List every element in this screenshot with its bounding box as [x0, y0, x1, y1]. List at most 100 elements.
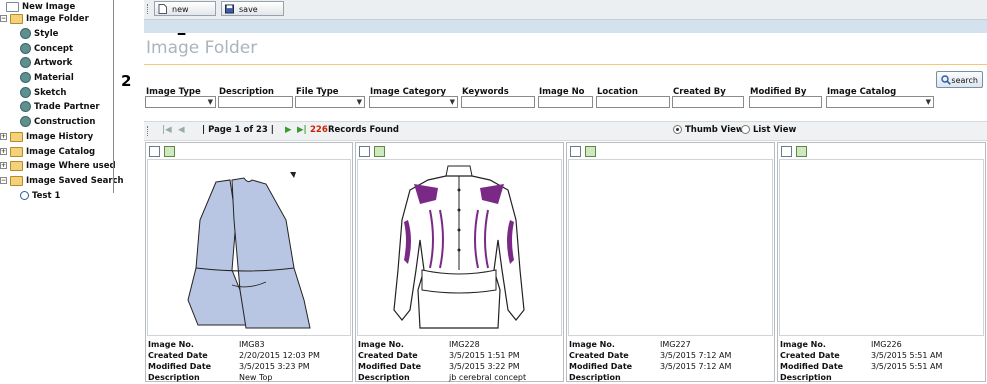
file-type-select[interactable]	[295, 96, 365, 108]
modified-date-value: 3/5/2015 7:12 AM	[660, 362, 732, 371]
records-count: 226	[310, 125, 328, 135]
modified-date-value: 3/5/2015 5:51 AM	[871, 362, 943, 371]
copy-icon[interactable]	[781, 146, 792, 157]
folder-icon	[9, 160, 23, 171]
image-edit-icon[interactable]	[796, 146, 807, 157]
image-category-select[interactable]	[369, 96, 458, 108]
description-label: Description	[780, 373, 832, 382]
description-value: New Top	[239, 373, 273, 382]
image-card[interactable]: Image No. IMG83 Created Date 2/20/2015 12:…	[145, 142, 353, 382]
toolbar: new save search	[144, 0, 987, 29]
magnifier-icon	[20, 191, 29, 200]
created-by-input[interactable]	[672, 96, 744, 108]
tree-item-test-1[interactable]: Test 1	[20, 189, 60, 203]
first-page-icon[interactable]: |◀	[162, 125, 172, 135]
image-no-label: Image No.	[780, 340, 826, 349]
image-tree: New Image − Image Folder Style Concept A…	[0, 0, 124, 384]
tree-item-concept[interactable]: Concept	[20, 42, 73, 56]
toolbar-grip[interactable]	[147, 4, 150, 14]
image-no-input[interactable]	[538, 96, 593, 108]
prev-page-icon[interactable]: ◀	[178, 125, 185, 135]
image-no-value: IMG227	[660, 340, 691, 349]
image-card[interactable]: Image No. IMG226 Created Date 3/5/2015 5:5…	[777, 142, 986, 382]
gear-icon	[20, 116, 31, 127]
gear-icon	[20, 28, 31, 39]
image-no-value: IMG228	[449, 340, 480, 349]
copy-icon[interactable]	[570, 146, 581, 157]
modified-date-label: Modified Date	[569, 362, 633, 371]
modified-by-input[interactable]	[749, 96, 822, 108]
copy-icon[interactable]	[149, 146, 160, 157]
tree-item-image-where-used[interactable]: + Image Where used	[0, 159, 116, 173]
modified-date-label: Modified Date	[148, 362, 212, 371]
image-thumbnail[interactable]	[779, 159, 984, 336]
created-date-label: Created Date	[569, 351, 629, 360]
tree-item-style[interactable]: Style	[20, 27, 58, 41]
save-search-button[interactable]: save search	[221, 1, 284, 29]
title-divider	[144, 64, 987, 65]
created-date-value: 2/20/2015 12:03 PM	[239, 351, 320, 360]
thumb-view-radio[interactable]	[673, 125, 682, 134]
tree-item-construction[interactable]: Construction	[20, 115, 95, 129]
list-view-option[interactable]: List View	[741, 125, 796, 135]
expand-icon[interactable]: +	[0, 148, 7, 155]
image-edit-icon[interactable]	[164, 146, 175, 157]
image-card[interactable]: Image No. IMG227 Created Date 3/5/2015 7:1…	[566, 142, 775, 382]
search-icon	[941, 75, 951, 85]
image-meta: Image No. IMG228 Created Date 3/5/2015 1:5…	[358, 339, 561, 383]
modified-date-value: 3/5/2015 3:22 PM	[449, 362, 520, 371]
tree-item-trade-partner[interactable]: Trade Partner	[20, 100, 100, 114]
image-no-label: Image No.	[358, 340, 404, 349]
location-input[interactable]	[596, 96, 670, 108]
tree-item-sketch[interactable]: Sketch	[20, 86, 66, 100]
modified-date-value: 3/5/2015 3:23 PM	[239, 362, 310, 371]
image-meta: Image No. IMG83 Created Date 2/20/2015 12:…	[148, 339, 350, 383]
pager-grip[interactable]	[147, 126, 148, 136]
next-page-icon[interactable]: ▶	[285, 125, 292, 135]
expand-icon[interactable]: +	[0, 162, 7, 169]
expand-icon[interactable]: +	[0, 133, 7, 140]
new-button[interactable]: new	[154, 1, 216, 16]
tree-item-image-catalog[interactable]: + Image Catalog	[0, 145, 95, 159]
created-date-value: 3/5/2015 7:12 AM	[660, 351, 732, 360]
save-icon	[225, 4, 234, 14]
tree-item-artwork[interactable]: Artwork	[20, 56, 72, 70]
copy-icon[interactable]	[359, 146, 370, 157]
collapse-icon[interactable]: −	[0, 15, 7, 22]
image-meta: Image No. IMG226 Created Date 3/5/2015 5:5…	[780, 339, 983, 383]
created-date-value: 3/5/2015 5:51 AM	[871, 351, 943, 360]
modified-date-label: Modified Date	[358, 362, 422, 371]
image-no-value: IMG226	[871, 340, 902, 349]
keywords-input[interactable]	[461, 96, 535, 108]
thumb-view-option[interactable]: Thumb View	[673, 125, 744, 135]
list-view-radio[interactable]	[741, 125, 750, 134]
pager-bar: |◀ ◀ | Page 1 of 23 | ▶ ▶| 226 Records F…	[144, 121, 987, 141]
search-button[interactable]: search	[936, 71, 983, 88]
image-catalog-select[interactable]	[826, 96, 934, 108]
image-card[interactable]: Image No. IMG228 Created Date 3/5/2015 1:5…	[355, 142, 564, 382]
folder-icon	[9, 13, 23, 24]
created-date-label: Created Date	[358, 351, 418, 360]
blouse-sketch	[393, 165, 525, 329]
tree-item-image-saved-search[interactable]: − Image Saved Search	[0, 174, 124, 188]
description-value: jb cerebral concept	[449, 373, 527, 382]
tree-item-image-folder[interactable]: − Image Folder	[0, 12, 89, 26]
image-type-select[interactable]	[145, 96, 216, 108]
created-date-label: Created Date	[148, 351, 208, 360]
tree-item-image-history[interactable]: + Image History	[0, 130, 93, 144]
description-label: Description	[358, 373, 410, 382]
description-input[interactable]	[218, 96, 293, 108]
description-label: Description	[148, 373, 200, 382]
image-edit-icon[interactable]	[374, 146, 385, 157]
image-edit-icon[interactable]	[585, 146, 596, 157]
image-thumbnail[interactable]	[357, 159, 562, 336]
image-thumbnail[interactable]	[568, 159, 773, 336]
halter-top-sketch	[187, 172, 311, 329]
collapse-icon[interactable]: −	[0, 177, 7, 184]
image-no-value: IMG83	[239, 340, 265, 349]
gear-icon	[20, 72, 31, 83]
image-thumbnail[interactable]	[147, 159, 351, 336]
tree-item-material[interactable]: Material	[20, 71, 74, 85]
last-page-icon[interactable]: ▶|	[297, 125, 307, 135]
created-date-value: 3/5/2015 1:51 PM	[449, 351, 520, 360]
